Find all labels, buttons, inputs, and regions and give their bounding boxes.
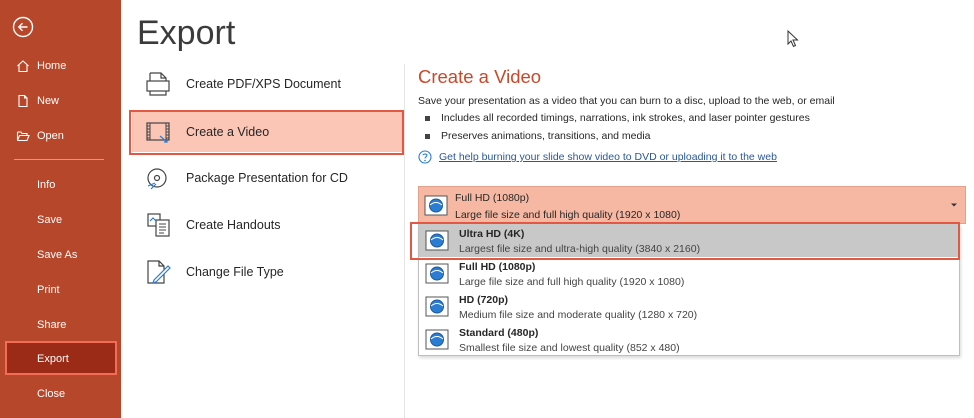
option-change-file-type-label: Change File Type <box>186 265 284 279</box>
help-link[interactable]: Get help burning your slide show video t… <box>418 150 777 164</box>
option-package-cd[interactable]: Package Presentation for CD <box>132 158 402 198</box>
quality-option-title: HD (720p) <box>459 294 509 306</box>
quality-option-hd[interactable]: HD (720p) Medium file size and moderate … <box>419 290 959 323</box>
backstage-nav: Home New Open Info Save Save As Print Sh… <box>0 0 121 418</box>
cd-package-icon <box>147 168 167 190</box>
detail-description: Save your presentation as a video that y… <box>418 95 835 107</box>
presentation-quality-icon <box>425 296 449 317</box>
quality-selected-title: Full HD (1080p) <box>455 192 530 204</box>
pdf-document-icon <box>146 72 170 96</box>
quality-option-title: Full HD (1080p) <box>459 261 536 273</box>
panel-divider <box>404 64 405 418</box>
presentation-quality-icon <box>425 329 449 350</box>
option-change-file-type[interactable]: Change File Type <box>132 252 402 292</box>
quality-option-subtitle: Large file size and full high quality (1… <box>459 276 685 288</box>
home-icon <box>17 60 29 73</box>
chevron-down-icon[interactable] <box>949 200 959 210</box>
nav-save-as-label: Save As <box>37 249 78 261</box>
quality-option-ultra-hd-highlight <box>410 222 960 260</box>
mouse-pointer-icon <box>787 30 799 48</box>
nav-open[interactable]: Open <box>0 122 121 150</box>
quality-option-standard[interactable]: Standard (480p) Smallest file size and l… <box>419 323 959 356</box>
nav-save[interactable]: Save <box>0 206 121 234</box>
detail-bullet: Preserves animations, transitions, and m… <box>425 130 651 142</box>
nav-export[interactable]: Export <box>0 345 121 373</box>
nav-share[interactable]: Share <box>0 311 121 339</box>
nav-home-label: Home <box>37 60 67 72</box>
nav-save-as[interactable]: Save As <box>0 241 121 269</box>
presentation-quality-icon <box>425 263 449 284</box>
quality-option-subtitle: Smallest file size and lowest quality (8… <box>459 342 680 354</box>
page-title: Export <box>137 14 236 52</box>
option-create-handouts-label: Create Handouts <box>186 218 281 232</box>
nav-close[interactable]: Close <box>0 380 121 408</box>
quality-option-subtitle: Medium file size and moderate quality (1… <box>459 309 698 321</box>
presentation-quality-icon <box>424 195 448 216</box>
help-link-text: Get help burning your slide show video t… <box>439 151 777 163</box>
detail-bullet: Includes all recorded timings, narration… <box>425 112 810 124</box>
option-create-pdf-label: Create PDF/XPS Document <box>186 77 341 91</box>
nav-save-label: Save <box>37 214 63 226</box>
back-arrow-icon[interactable] <box>12 16 34 38</box>
quality-dropdown[interactable]: Full HD (1080p) Large file size and full… <box>418 186 966 224</box>
nav-home[interactable]: Home <box>0 52 121 80</box>
nav-close-label: Close <box>37 388 66 400</box>
nav-print[interactable]: Print <box>0 276 121 304</box>
option-create-pdf[interactable]: Create PDF/XPS Document <box>132 64 402 104</box>
nav-share-label: Share <box>37 319 67 331</box>
folder-open-icon <box>16 131 30 142</box>
quality-selected-subtitle: Large file size and full high quality (1… <box>455 209 681 221</box>
quality-option-full-hd[interactable]: Full HD (1080p) Large file size and full… <box>419 257 959 290</box>
help-question-icon <box>418 150 432 164</box>
detail-bullet-text: Preserves animations, transitions, and m… <box>441 130 651 142</box>
option-package-cd-label: Package Presentation for CD <box>186 171 348 185</box>
quality-option-title: Standard (480p) <box>459 327 539 339</box>
nav-info-label: Info <box>37 179 56 191</box>
nav-separator <box>14 159 104 160</box>
nav-open-label: Open <box>37 130 64 142</box>
nav-export-label: Export <box>37 353 69 365</box>
option-create-handouts[interactable]: Create Handouts <box>132 205 402 245</box>
detail-title: Create a Video <box>418 66 542 87</box>
nav-new-label: New <box>37 95 60 107</box>
detail-bullet-text: Includes all recorded timings, narration… <box>441 112 810 124</box>
handouts-icon <box>147 213 170 237</box>
nav-info[interactable]: Info <box>0 171 121 199</box>
nav-new[interactable]: New <box>0 87 121 115</box>
change-file-type-icon <box>147 260 171 284</box>
option-create-video-highlight <box>129 110 404 155</box>
nav-print-label: Print <box>37 284 60 296</box>
new-document-icon <box>18 94 28 108</box>
